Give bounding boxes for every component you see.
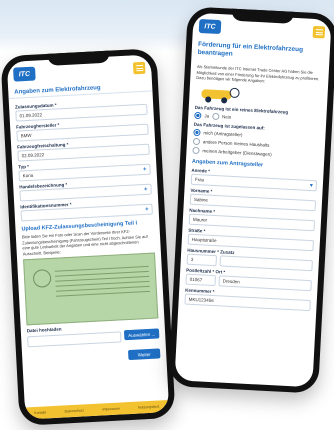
footer-link[interactable]: Kontakt <box>34 410 46 415</box>
radio-employer[interactable] <box>192 146 200 154</box>
radio-household[interactable] <box>192 137 201 145</box>
phone-screen-right: ITC Förderung für ein Elektrofahrzeug be… <box>174 12 332 388</box>
plus-icon[interactable]: + <box>144 186 148 192</box>
itc-logo[interactable]: ITC <box>198 18 222 35</box>
city-input[interactable]: Dresden <box>218 274 312 291</box>
footer-link[interactable]: Impressum <box>102 407 119 412</box>
plus-icon[interactable]: + <box>145 206 149 212</box>
footer-link[interactable]: Nutzungsbed. <box>138 404 160 409</box>
radio-label: Nein <box>221 113 232 120</box>
registration-document-example-image <box>23 252 159 326</box>
menu-icon[interactable] <box>132 61 146 75</box>
file-input[interactable] <box>27 331 122 348</box>
postal-code-input[interactable]: 01067 <box>185 273 217 286</box>
house-number-suffix-input[interactable] <box>219 254 313 271</box>
type-value: Kona <box>22 172 34 179</box>
radio-label: andere Person meines Haushalts <box>202 138 270 148</box>
salutation-value: Frau <box>194 176 205 182</box>
application-form: Als Stammkunde der ITC Internet Trade Ce… <box>178 59 329 314</box>
radio-no[interactable] <box>211 112 220 120</box>
upload-note: Bitte laden Sie ein Foto oder Scan der V… <box>21 228 148 256</box>
phone-left: ITC Angaben zum Elektrofahrzeug Zulassun… <box>0 48 176 426</box>
menu-icon[interactable] <box>312 25 326 39</box>
phone-screen-left: ITC Angaben zum Elektrofahrzeug Zulassun… <box>6 54 170 420</box>
radio-label: mich (Antragsteller) <box>203 129 243 137</box>
file-select-button[interactable]: Auswählen ... <box>123 328 160 341</box>
plus-icon[interactable]: + <box>143 166 147 172</box>
itc-logo[interactable]: ITC <box>13 66 36 82</box>
electric-car-icon <box>201 84 240 104</box>
radio-label: meinen Arbeitgeber (Dienstwagen) <box>202 147 272 157</box>
vehicle-form: Zulassungsdatum * 01.09.2022 Fahrzeugher… <box>9 91 167 368</box>
radio-yes[interactable] <box>194 111 202 119</box>
phone-right: ITC Förderung für ein Elektrofahrzeug be… <box>168 6 334 394</box>
chevron-down-icon: ▾ <box>309 182 313 189</box>
footer-link[interactable]: Datenschutz <box>64 408 84 413</box>
radio-label: Ja <box>204 112 210 119</box>
footer: Kontakt Datenschutz Impressum Nutzungsbe… <box>24 400 170 420</box>
stamp-icon <box>32 269 52 288</box>
next-button[interactable]: Weiter <box>127 348 161 361</box>
radio-self[interactable] <box>193 128 201 136</box>
house-number-input[interactable]: 3 <box>186 253 218 266</box>
